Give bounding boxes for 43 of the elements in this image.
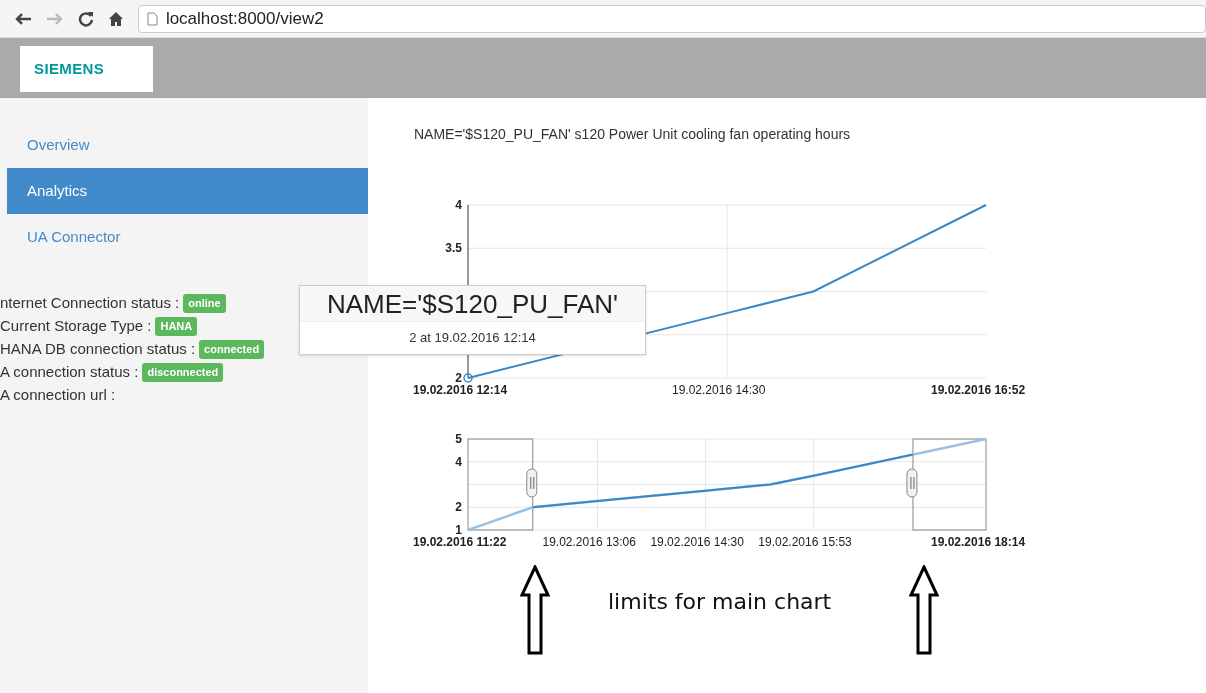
- x-tick-label: 19.02.2016 18:14: [931, 535, 1026, 549]
- x-tick-label: 19.02.2016 14:30: [672, 383, 766, 397]
- logo: SIEMENS: [34, 58, 105, 79]
- up-arrow-icon: [520, 565, 550, 655]
- range-handle[interactable]: [906, 468, 918, 498]
- y-tick-label: 2: [455, 371, 462, 385]
- tooltip-title: NAME='$S120_PU_FAN': [300, 286, 645, 322]
- point-marker: [463, 373, 473, 383]
- y-tick-label: 4: [455, 454, 462, 469]
- annotation-text: limits for main chart: [608, 588, 832, 616]
- url-text: localhost:8000/view2: [165, 7, 324, 30]
- status-badge: disconnected: [142, 363, 224, 382]
- status-badge: connected: [199, 340, 265, 359]
- back-icon[interactable]: [14, 11, 32, 26]
- status-label: Current Storage Type :: [0, 316, 152, 337]
- x-tick-label: 19.02.2016 12:14: [413, 383, 508, 397]
- y-tick-label: 5: [455, 432, 462, 446]
- x-tick-label: 19.02.2016 13:06: [542, 535, 636, 549]
- status-label: A connection status :: [0, 362, 139, 383]
- y-tick-label: 1: [455, 523, 462, 537]
- home-icon[interactable]: [107, 10, 124, 27]
- nav-item[interactable]: Overview: [7, 122, 368, 168]
- reload-icon[interactable]: [77, 10, 94, 27]
- range-handle[interactable]: [526, 468, 538, 498]
- tooltip-text: 2 at 19.02.2016 12:14: [408, 329, 537, 347]
- x-tick-label: 19.02.2016 15:53: [758, 535, 852, 549]
- x-tick-label: 19.02.2016 11:22: [413, 535, 507, 549]
- status-badge: HANA: [155, 317, 198, 336]
- y-tick-label: 4: [455, 198, 462, 212]
- status-label: A connection url :: [0, 385, 116, 406]
- y-tick-label: 2: [455, 500, 462, 515]
- up-arrow-icon: [909, 565, 940, 655]
- status-label: nternet Connection status :: [0, 293, 180, 314]
- chart-title: NAME='$S120_PU_FAN' s120 Power Unit cooling fan operating hours: [413, 125, 852, 144]
- nav-item[interactable]: Analytics: [7, 168, 368, 214]
- address-field[interactable]: localhost:8000/view2: [137, 4, 1206, 33]
- nav-item[interactable]: UA Connector: [7, 214, 368, 260]
- x-tick-label: 19.02.2016 16:52: [931, 383, 1026, 397]
- status-badge: online: [183, 294, 226, 313]
- x-tick-label: 19.02.2016 14:30: [650, 535, 744, 549]
- status-label: HANA DB connection status :: [0, 339, 196, 360]
- page-icon: [146, 11, 158, 26]
- y-tick-label: 3.5: [445, 241, 462, 256]
